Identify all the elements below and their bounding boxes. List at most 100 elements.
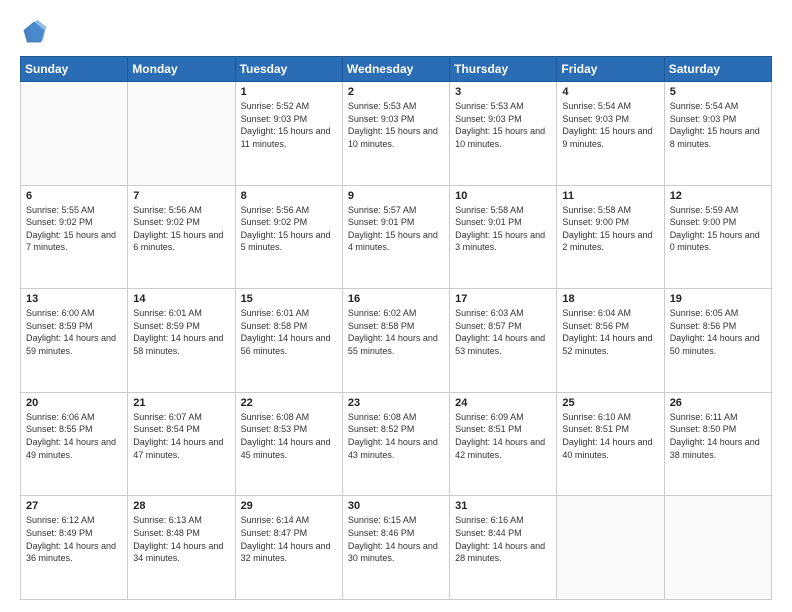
daylight-text: Daylight: 14 hours and 55 minutes.: [348, 332, 444, 357]
sunset-text: Sunset: 9:00 PM: [562, 216, 658, 229]
daylight-text: Daylight: 15 hours and 9 minutes.: [562, 125, 658, 150]
sunrise-text: Sunrise: 5:55 AM: [26, 204, 122, 217]
calendar-header-friday: Friday: [557, 57, 664, 82]
day-number: 22: [241, 397, 337, 409]
day-number: 10: [455, 190, 551, 202]
daylight-text: Daylight: 14 hours and 34 minutes.: [133, 540, 229, 565]
day-number: 12: [670, 190, 766, 202]
day-number: 2: [348, 86, 444, 98]
logo: [20, 18, 52, 46]
calendar-cell: 16Sunrise: 6:02 AMSunset: 8:58 PMDayligh…: [342, 289, 449, 393]
daylight-text: Daylight: 15 hours and 6 minutes.: [133, 229, 229, 254]
calendar-cell: [21, 82, 128, 186]
sunrise-text: Sunrise: 6:08 AM: [348, 411, 444, 424]
calendar-cell: 24Sunrise: 6:09 AMSunset: 8:51 PMDayligh…: [450, 392, 557, 496]
day-number: 9: [348, 190, 444, 202]
day-number: 27: [26, 500, 122, 512]
sunset-text: Sunset: 9:00 PM: [670, 216, 766, 229]
daylight-text: Daylight: 14 hours and 30 minutes.: [348, 540, 444, 565]
daylight-text: Daylight: 15 hours and 0 minutes.: [670, 229, 766, 254]
day-info: Sunrise: 5:58 AMSunset: 9:01 PMDaylight:…: [455, 204, 551, 254]
day-number: 14: [133, 293, 229, 305]
calendar-cell: 20Sunrise: 6:06 AMSunset: 8:55 PMDayligh…: [21, 392, 128, 496]
daylight-text: Daylight: 14 hours and 52 minutes.: [562, 332, 658, 357]
sunset-text: Sunset: 9:03 PM: [562, 113, 658, 126]
sunrise-text: Sunrise: 6:05 AM: [670, 307, 766, 320]
sunrise-text: Sunrise: 5:58 AM: [562, 204, 658, 217]
sunrise-text: Sunrise: 5:57 AM: [348, 204, 444, 217]
sunset-text: Sunset: 8:44 PM: [455, 527, 551, 540]
day-info: Sunrise: 6:11 AMSunset: 8:50 PMDaylight:…: [670, 411, 766, 461]
calendar-cell: 7Sunrise: 5:56 AMSunset: 9:02 PMDaylight…: [128, 185, 235, 289]
sunset-text: Sunset: 8:49 PM: [26, 527, 122, 540]
sunset-text: Sunset: 9:01 PM: [455, 216, 551, 229]
daylight-text: Daylight: 15 hours and 3 minutes.: [455, 229, 551, 254]
day-number: 31: [455, 500, 551, 512]
sunset-text: Sunset: 8:58 PM: [241, 320, 337, 333]
day-number: 19: [670, 293, 766, 305]
daylight-text: Daylight: 14 hours and 56 minutes.: [241, 332, 337, 357]
daylight-text: Daylight: 14 hours and 40 minutes.: [562, 436, 658, 461]
calendar-cell: 14 Sunrise: 6:01 AMSunset: 8:59 PMDayligh…: [128, 289, 235, 393]
day-number: 26: [670, 397, 766, 409]
day-info: Sunrise: 6:09 AMSunset: 8:51 PMDaylight:…: [455, 411, 551, 461]
sunset-text: Sunset: 9:01 PM: [348, 216, 444, 229]
sunset-text: Sunset: 8:54 PM: [133, 423, 229, 436]
sunset-text: Sunset: 8:50 PM: [670, 423, 766, 436]
sunrise-text: Sunrise: 5:54 AM: [670, 100, 766, 113]
calendar-cell: 29Sunrise: 6:14 AMSunset: 8:47 PMDayligh…: [235, 496, 342, 600]
day-info: Sunrise: 6:01 AMSunset: 8:59 PMDaylight:…: [133, 307, 229, 357]
sunset-text: Sunset: 8:47 PM: [241, 527, 337, 540]
calendar-cell: 22Sunrise: 6:08 AMSunset: 8:53 PMDayligh…: [235, 392, 342, 496]
calendar-cell: 28Sunrise: 6:13 AMSunset: 8:48 PMDayligh…: [128, 496, 235, 600]
day-info: Sunrise: 5:53 AMSunset: 9:03 PMDaylight:…: [348, 100, 444, 150]
day-info: Sunrise: 6:08 AMSunset: 8:52 PMDaylight:…: [348, 411, 444, 461]
day-number: 1: [241, 86, 337, 98]
calendar-cell: 6Sunrise: 5:55 AMSunset: 9:02 PMDaylight…: [21, 185, 128, 289]
day-number: 5: [670, 86, 766, 98]
day-info: Sunrise: 6:04 AMSunset: 8:56 PMDaylight:…: [562, 307, 658, 357]
sunrise-text: Sunrise: 5:59 AM: [670, 204, 766, 217]
sunset-text: Sunset: 8:52 PM: [348, 423, 444, 436]
sunrise-text: Sunrise: 6:09 AM: [455, 411, 551, 424]
day-info: Sunrise: 6:03 AMSunset: 8:57 PMDaylight:…: [455, 307, 551, 357]
sunset-text: Sunset: 9:03 PM: [241, 113, 337, 126]
sunrise-text: Sunrise: 6:16 AM: [455, 514, 551, 527]
sunset-text: Sunset: 8:59 PM: [26, 320, 122, 333]
day-number: 21: [133, 397, 229, 409]
sunset-text: Sunset: 8:53 PM: [241, 423, 337, 436]
sunrise-text: Sunrise: 6:06 AM: [26, 411, 122, 424]
calendar-table: SundayMondayTuesdayWednesdayThursdayFrid…: [20, 56, 772, 600]
day-info: Sunrise: 6:16 AMSunset: 8:44 PMDaylight:…: [455, 514, 551, 564]
sunrise-text: Sunrise: 5:53 AM: [455, 100, 551, 113]
sunset-text: Sunset: 9:02 PM: [133, 216, 229, 229]
calendar-header-wednesday: Wednesday: [342, 57, 449, 82]
daylight-text: Daylight: 14 hours and 50 minutes.: [670, 332, 766, 357]
day-info: Sunrise: 5:59 AMSunset: 9:00 PMDaylight:…: [670, 204, 766, 254]
daylight-text: Daylight: 15 hours and 8 minutes.: [670, 125, 766, 150]
sunrise-text: Sunrise: 6:15 AM: [348, 514, 444, 527]
day-info: Sunrise: 6:07 AMSunset: 8:54 PMDaylight:…: [133, 411, 229, 461]
sunrise-text: Sunrise: 6:11 AM: [670, 411, 766, 424]
calendar-cell: 21 Sunrise: 6:07 AMSunset: 8:54 PMDayligh…: [128, 392, 235, 496]
calendar-header-thursday: Thursday: [450, 57, 557, 82]
day-info: Sunrise: 5:56 AMSunset: 9:02 PMDaylight:…: [241, 204, 337, 254]
daylight-text: Daylight: 14 hours and 45 minutes.: [241, 436, 337, 461]
calendar-cell: 9Sunrise: 5:57 AMSunset: 9:01 PMDaylight…: [342, 185, 449, 289]
calendar-cell: 15Sunrise: 6:01 AMSunset: 8:58 PMDayligh…: [235, 289, 342, 393]
calendar-cell: 25Sunrise: 6:10 AMSunset: 8:51 PMDayligh…: [557, 392, 664, 496]
sunrise-text: Sunrise: 6:01 AM: [241, 307, 337, 320]
daylight-text: Daylight: 14 hours and 43 minutes.: [348, 436, 444, 461]
calendar-cell: 31 Sunrise: 6:16 AMSunset: 8:44 PMDayligh…: [450, 496, 557, 600]
day-info: Sunrise: 6:10 AMSunset: 8:51 PMDaylight:…: [562, 411, 658, 461]
calendar-cell: 12 Sunrise: 5:59 AMSunset: 9:00 PMDayligh…: [664, 185, 771, 289]
calendar-cell: 18Sunrise: 6:04 AMSunset: 8:56 PMDayligh…: [557, 289, 664, 393]
day-number: 13: [26, 293, 122, 305]
sunrise-text: Sunrise: 5:54 AM: [562, 100, 658, 113]
day-number: 7: [133, 190, 229, 202]
sunset-text: Sunset: 8:46 PM: [348, 527, 444, 540]
sunset-text: Sunset: 9:03 PM: [670, 113, 766, 126]
calendar-cell: 30Sunrise: 6:15 AMSunset: 8:46 PMDayligh…: [342, 496, 449, 600]
sunset-text: Sunset: 8:57 PM: [455, 320, 551, 333]
daylight-text: Daylight: 15 hours and 2 minutes.: [562, 229, 658, 254]
